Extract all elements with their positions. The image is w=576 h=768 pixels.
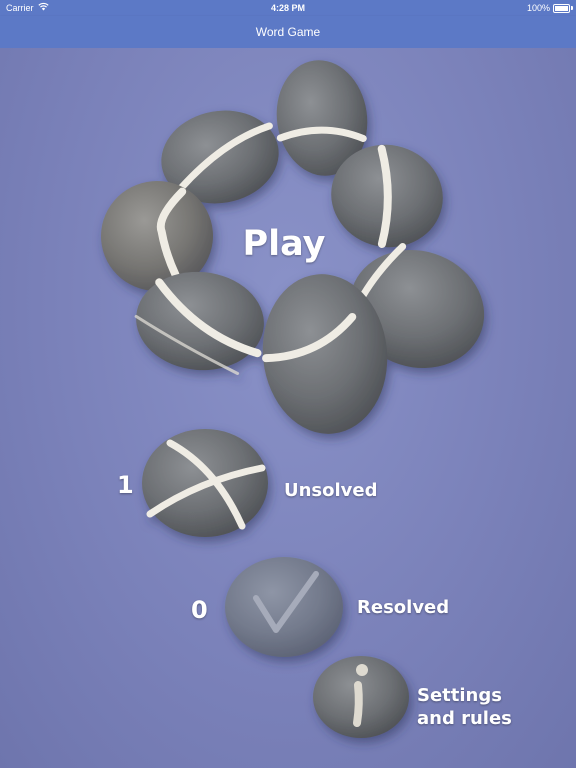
play-label[interactable]: Play xyxy=(226,224,342,264)
settings-button[interactable] xyxy=(313,656,409,738)
resolved-count: 0 xyxy=(191,596,208,624)
navigation-bar: Word Game xyxy=(0,16,576,48)
nav-title: Word Game xyxy=(255,25,321,39)
unsolved-count: 1 xyxy=(117,471,134,499)
unsolved-label[interactable]: Unsolved xyxy=(284,480,378,501)
settings-label-line1: Settings xyxy=(417,685,502,706)
battery-tip xyxy=(571,6,573,10)
resolved-button[interactable] xyxy=(225,557,343,657)
main-screen: Play 1 Unsolved 0 Resolved Settings and … xyxy=(0,48,576,768)
battery-icon xyxy=(553,4,570,13)
status-time: 4:28 PM xyxy=(270,3,305,13)
settings-label[interactable]: Settings and rules xyxy=(417,684,512,730)
status-bar: Carrier 4:28 PM 100% xyxy=(0,0,576,16)
unsolved-button[interactable] xyxy=(142,429,268,537)
settings-label-line2: and rules xyxy=(417,708,512,729)
resolved-label[interactable]: Resolved xyxy=(357,597,449,618)
battery-percent: 100% xyxy=(526,3,550,13)
